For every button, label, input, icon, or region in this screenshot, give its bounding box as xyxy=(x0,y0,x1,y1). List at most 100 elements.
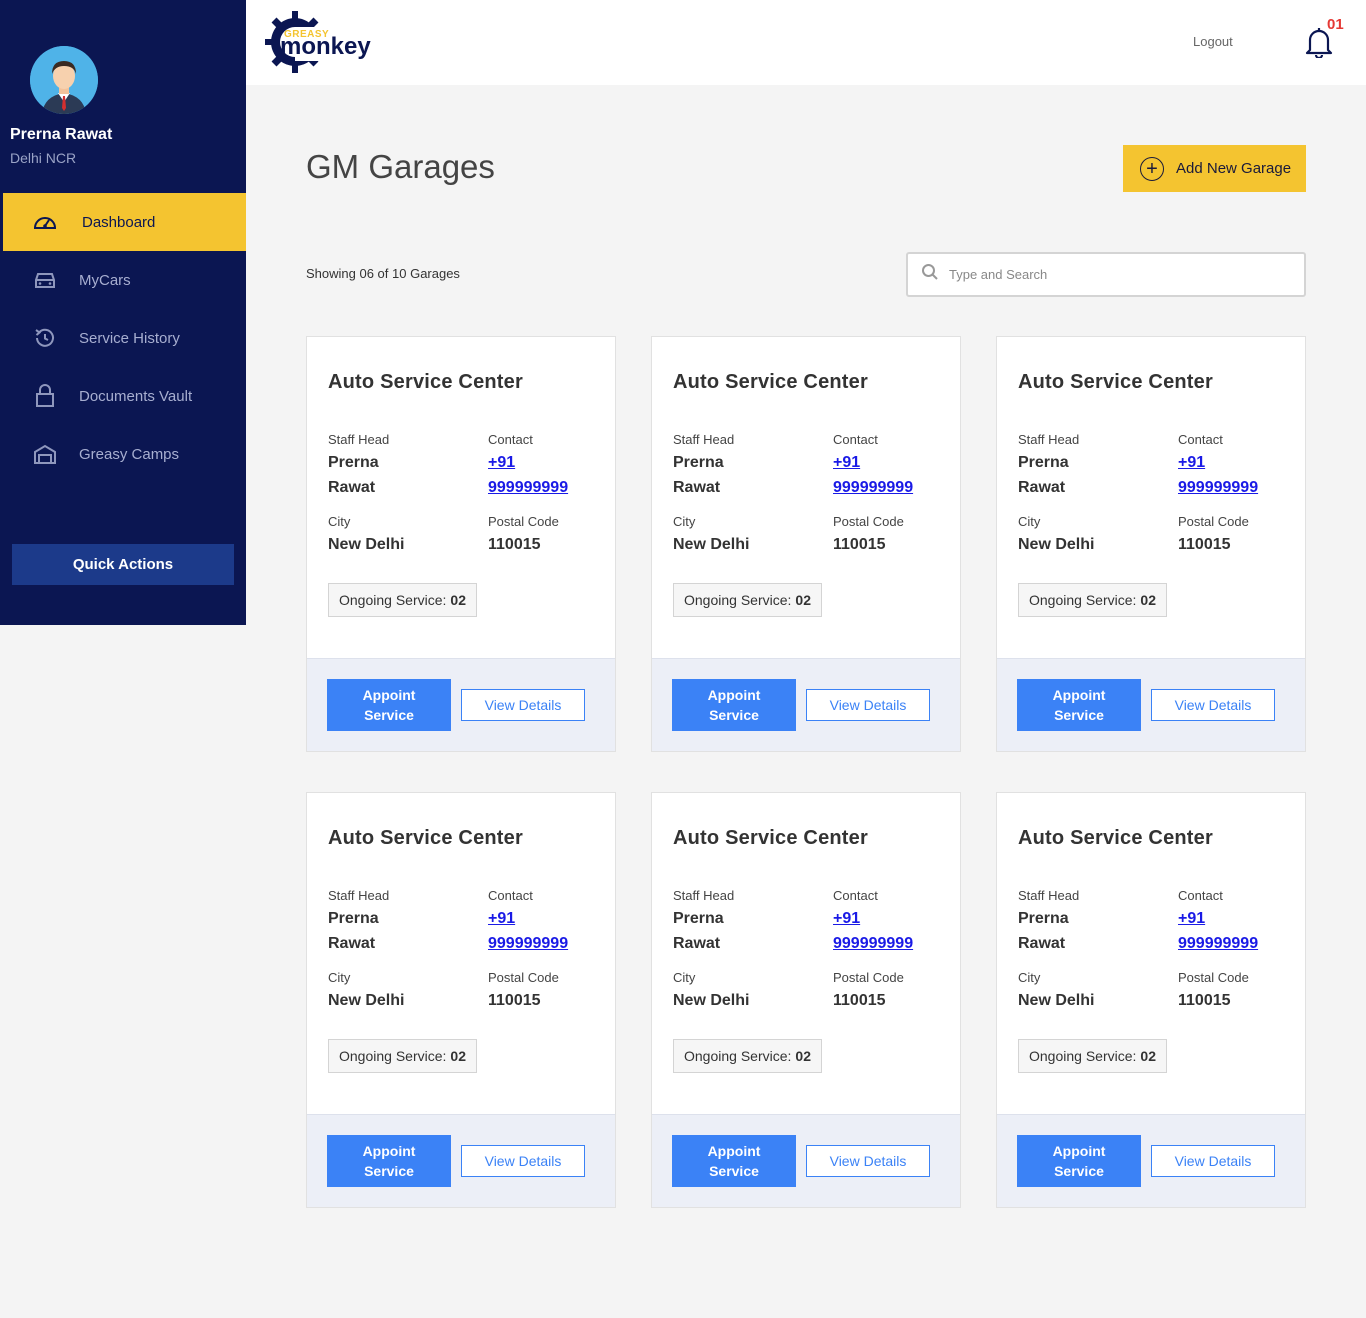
avatar[interactable] xyxy=(30,46,98,114)
staff-head-value: Prerna Rawat xyxy=(1018,906,1069,956)
top-header: GREASY monkey Logout 01 xyxy=(246,0,1366,85)
staff-head-value: Prerna Rawat xyxy=(328,906,379,956)
greasy-monkey-logo[interactable]: GREASY monkey xyxy=(265,9,375,75)
city-value: New Delhi xyxy=(328,536,405,553)
contact-label: Contact xyxy=(488,888,533,903)
appoint-service-button[interactable]: Appoint Service xyxy=(672,679,796,731)
view-details-button[interactable]: View Details xyxy=(461,1145,585,1177)
garage-card: Auto Service Center Staff Head Contact P… xyxy=(996,336,1306,752)
staff-head-label: Staff Head xyxy=(1018,888,1080,903)
ongoing-service-badge: Ongoing Service: 02 xyxy=(1018,583,1167,617)
staff-first-name: Prerna xyxy=(673,910,724,927)
appoint-service-button[interactable]: Appoint Service xyxy=(1017,1135,1141,1187)
garage-name: Auto Service Center xyxy=(673,371,868,393)
garage-card: Auto Service Center Staff Head Contact P… xyxy=(996,792,1306,1208)
staff-first-name: Prerna xyxy=(1018,454,1069,471)
appoint-service-button[interactable]: Appoint Service xyxy=(327,679,451,731)
ongoing-service-label: Ongoing Service: xyxy=(339,592,447,608)
postal-code-value: 110015 xyxy=(1178,992,1231,1009)
search-input[interactable] xyxy=(949,267,1289,282)
phone-number-link[interactable]: 999999999 xyxy=(1178,479,1258,496)
appoint-label-line2: Service xyxy=(364,707,414,723)
appoint-label-line1: Appoint xyxy=(362,1143,416,1159)
view-details-button[interactable]: View Details xyxy=(461,689,585,721)
staff-head-label: Staff Head xyxy=(328,888,390,903)
card-actions: Appoint Service View Details xyxy=(997,658,1305,751)
speedometer-icon xyxy=(33,210,57,234)
appoint-service-button[interactable]: Appoint Service xyxy=(1017,679,1141,731)
appoint-service-button[interactable]: Appoint Service xyxy=(672,1135,796,1187)
sidebar-item-label: Documents Vault xyxy=(79,387,193,405)
card-actions: Appoint Service View Details xyxy=(652,1114,960,1207)
contact-label: Contact xyxy=(833,888,878,903)
user-location: Delhi NCR xyxy=(10,150,77,166)
phone-code-link[interactable]: +91 xyxy=(488,454,515,471)
postal-code-label: Postal Code xyxy=(1178,514,1249,529)
city-value: New Delhi xyxy=(328,992,405,1009)
postal-code-label: Postal Code xyxy=(1178,970,1249,985)
view-details-button[interactable]: View Details xyxy=(806,689,930,721)
garage-card: Auto Service Center Staff Head Contact P… xyxy=(651,792,961,1208)
ongoing-service-count: 02 xyxy=(1140,592,1156,608)
city-label: City xyxy=(673,970,696,985)
ongoing-service-label: Ongoing Service: xyxy=(1029,1048,1137,1064)
ongoing-service-count: 02 xyxy=(1140,1048,1156,1064)
staff-head-value: Prerna Rawat xyxy=(328,450,379,500)
garage-name: Auto Service Center xyxy=(1018,827,1213,849)
card-actions: Appoint Service View Details xyxy=(307,658,615,751)
phone-number-link[interactable]: 999999999 xyxy=(488,935,568,952)
staff-head-label: Staff Head xyxy=(673,888,735,903)
view-details-button[interactable]: View Details xyxy=(1151,1145,1275,1177)
card-actions: Appoint Service View Details xyxy=(652,658,960,751)
logo-text-main: monkey xyxy=(280,33,371,60)
sidebar-nav: Dashboard MyCars Service History Documen… xyxy=(3,193,246,483)
card-actions: Appoint Service View Details xyxy=(997,1114,1305,1207)
staff-head-value: Prerna Rawat xyxy=(673,450,724,500)
phone-code-link[interactable]: +91 xyxy=(833,910,860,927)
staff-last-name: Rawat xyxy=(328,935,376,952)
ongoing-service-badge: Ongoing Service: 02 xyxy=(328,1039,477,1073)
phone-number-link[interactable]: 999999999 xyxy=(488,479,568,496)
ongoing-service-label: Ongoing Service: xyxy=(339,1048,447,1064)
sidebar-item-documents-vault[interactable]: Documents Vault xyxy=(3,367,246,425)
staff-last-name: Rawat xyxy=(328,479,376,496)
garage-name: Auto Service Center xyxy=(328,371,523,393)
ongoing-service-count: 02 xyxy=(450,592,466,608)
appoint-label-line2: Service xyxy=(709,1163,759,1179)
appoint-label-line1: Appoint xyxy=(1052,687,1106,703)
phone-number-link[interactable]: 999999999 xyxy=(833,935,913,952)
staff-head-value: Prerna Rawat xyxy=(673,906,724,956)
staff-head-label: Staff Head xyxy=(1018,432,1080,447)
contact-value: +91 999999999 xyxy=(833,450,913,500)
staff-first-name: Prerna xyxy=(673,454,724,471)
staff-head-label: Staff Head xyxy=(673,432,735,447)
logout-link[interactable]: Logout xyxy=(1193,34,1233,49)
ongoing-service-label: Ongoing Service: xyxy=(684,592,792,608)
appoint-label-line2: Service xyxy=(1054,707,1104,723)
sidebar-item-greasy-camps[interactable]: Greasy Camps xyxy=(3,425,246,483)
view-details-button[interactable]: View Details xyxy=(806,1145,930,1177)
contact-value: +91 999999999 xyxy=(488,906,568,956)
phone-number-link[interactable]: 999999999 xyxy=(1178,935,1258,952)
add-new-garage-label: Add New Garage xyxy=(1176,160,1292,177)
phone-number-link[interactable]: 999999999 xyxy=(833,479,913,496)
contact-label: Contact xyxy=(833,432,878,447)
garage-name: Auto Service Center xyxy=(328,827,523,849)
garage-name: Auto Service Center xyxy=(1018,371,1213,393)
phone-code-link[interactable]: +91 xyxy=(1178,910,1205,927)
lock-icon xyxy=(33,384,57,408)
view-details-button[interactable]: View Details xyxy=(1151,689,1275,721)
staff-last-name: Rawat xyxy=(673,935,721,952)
sidebar-item-service-history[interactable]: Service History xyxy=(3,309,246,367)
phone-code-link[interactable]: +91 xyxy=(488,910,515,927)
contact-value: +91 999999999 xyxy=(1178,906,1258,956)
phone-code-link[interactable]: +91 xyxy=(833,454,860,471)
add-new-garage-button[interactable]: + Add New Garage xyxy=(1123,145,1306,192)
city-label: City xyxy=(328,970,351,985)
sidebar-item-dashboard[interactable]: Dashboard xyxy=(3,193,246,251)
quick-actions-button[interactable]: Quick Actions xyxy=(12,544,234,585)
sidebar-item-mycars[interactable]: MyCars xyxy=(3,251,246,309)
appoint-service-button[interactable]: Appoint Service xyxy=(327,1135,451,1187)
phone-code-link[interactable]: +91 xyxy=(1178,454,1205,471)
results-count: Showing 06 of 10 Garages xyxy=(306,266,460,281)
